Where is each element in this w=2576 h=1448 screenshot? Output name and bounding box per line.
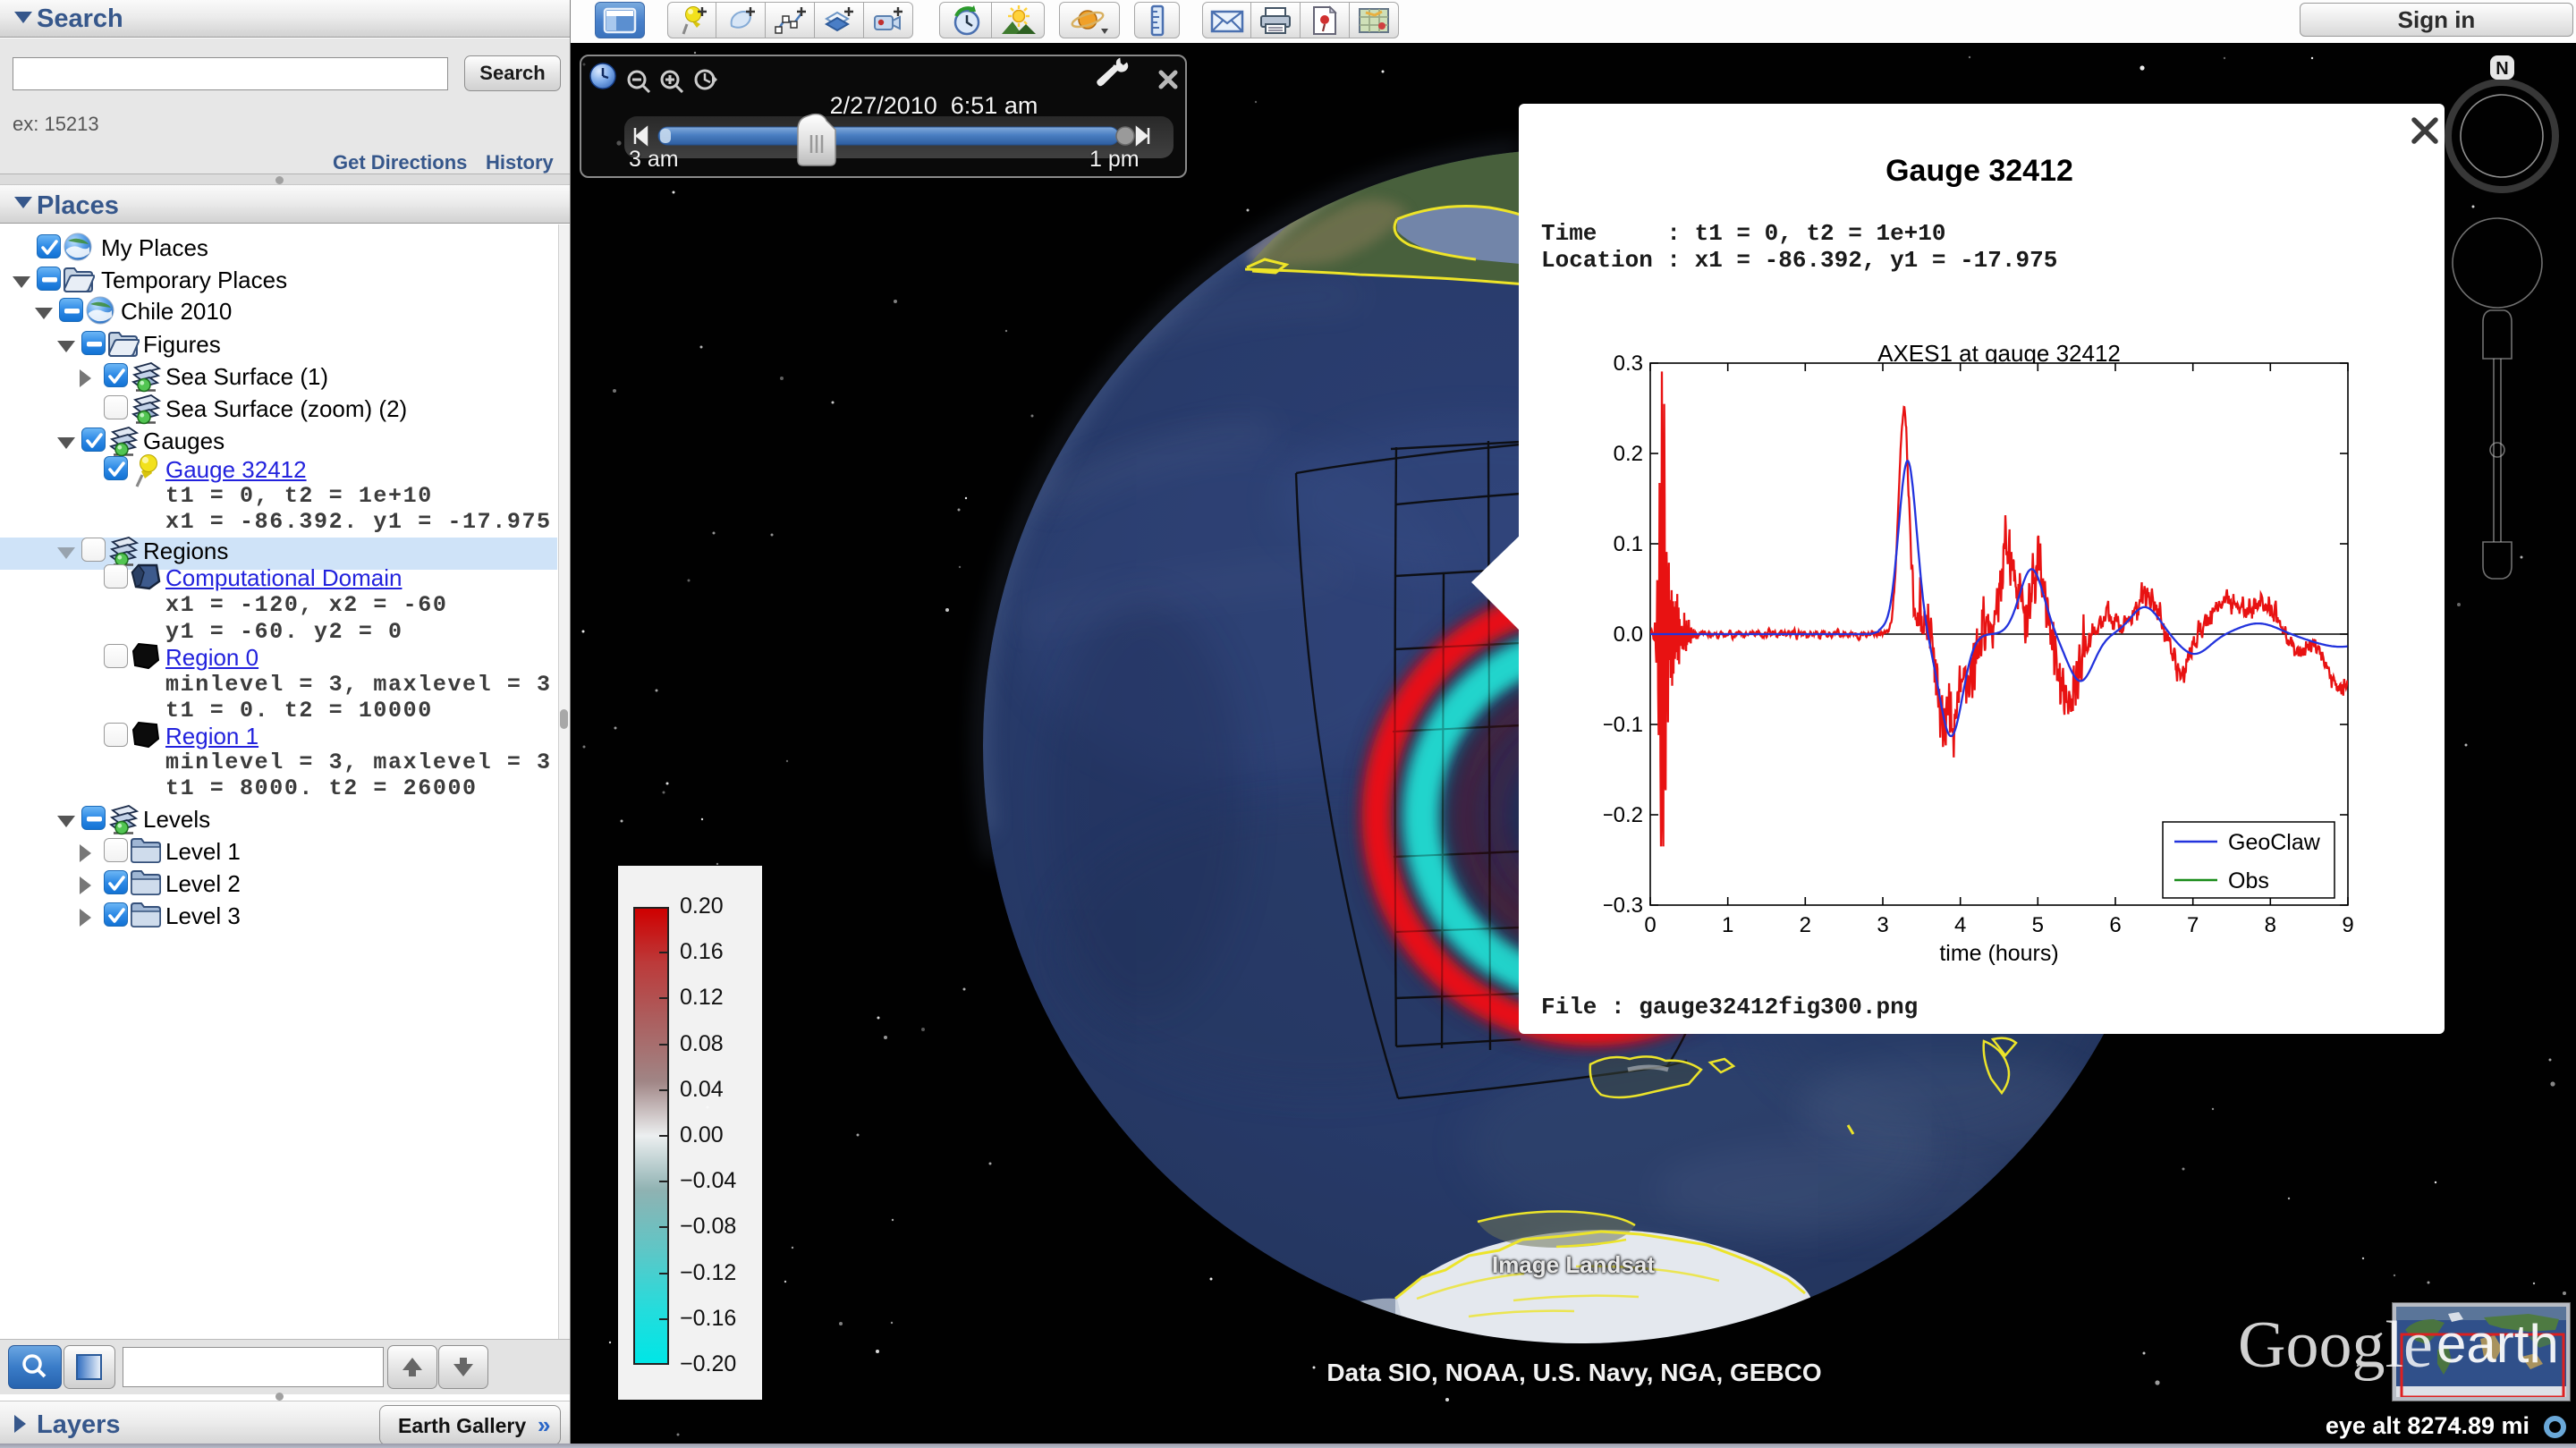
svg-text:8: 8 [2265, 913, 2276, 937]
svg-text:0.2: 0.2 [1614, 442, 1643, 466]
svg-text:−0.2: −0.2 [1604, 803, 1643, 827]
svg-text:GeoClaw: GeoClaw [2228, 830, 2321, 855]
svg-text:−0.1: −0.1 [1604, 713, 1643, 737]
svg-text:0.1: 0.1 [1614, 532, 1643, 556]
svg-text:N: N [2496, 59, 2508, 79]
svg-text:0: 0 [1644, 913, 1656, 937]
svg-text:1: 1 [1722, 913, 1733, 937]
svg-text:−0.3: −0.3 [1604, 893, 1643, 918]
svg-text:3: 3 [1877, 913, 1888, 937]
svg-text:9: 9 [2342, 913, 2353, 937]
svg-text:5: 5 [2032, 913, 2044, 937]
svg-text:Obs: Obs [2228, 868, 2269, 893]
svg-text:6: 6 [2109, 913, 2121, 937]
svg-text:time (hours): time (hours) [1939, 941, 2058, 966]
svg-text:2: 2 [1800, 913, 1811, 937]
svg-text:7: 7 [2187, 913, 2199, 937]
svg-text:4: 4 [1954, 913, 1966, 937]
svg-text:0.3: 0.3 [1614, 351, 1643, 376]
svg-text:0.0: 0.0 [1614, 622, 1643, 647]
